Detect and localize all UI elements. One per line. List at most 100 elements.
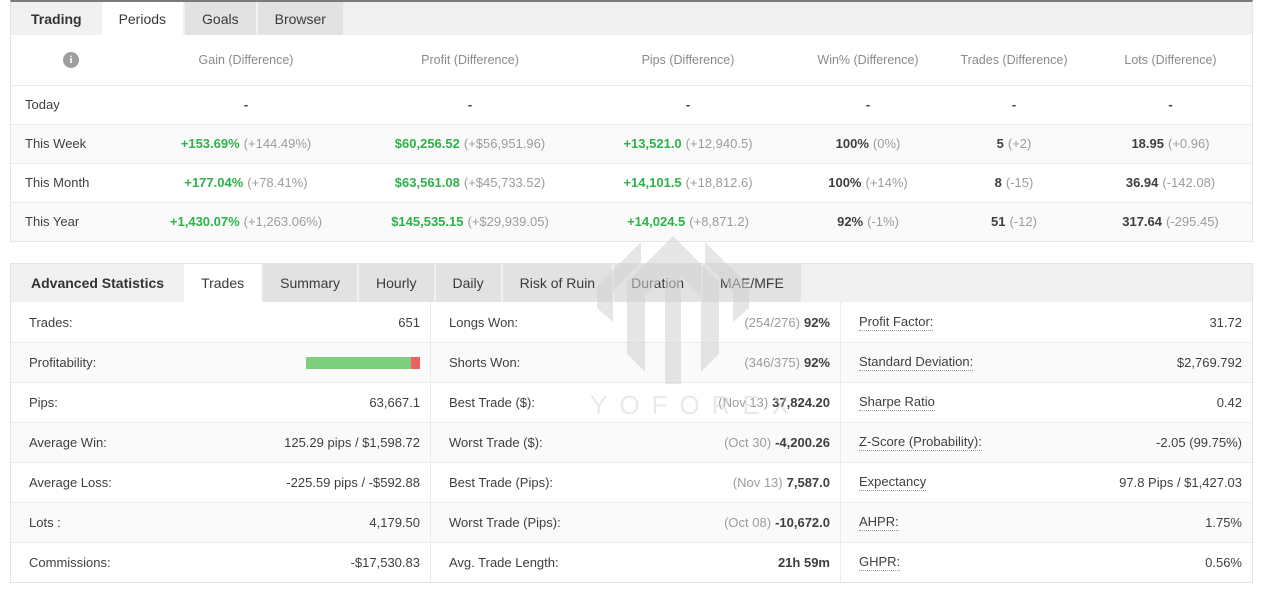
cell-win: 100%(+14%) — [797, 163, 939, 202]
stat-prefix: (Oct 30) — [724, 435, 771, 450]
stat-row-longs-won: Longs Won: (254/276)92% — [431, 302, 840, 342]
cell-pips: +14,101.5(+18,812.6) — [579, 163, 797, 202]
stat-row-expectancy: Expectancy 97.8 Pips / $1,427.03 — [841, 462, 1252, 502]
cell-trades: 8(-15) — [939, 163, 1089, 202]
cell-profit: $63,561.08(+$45,733.52) — [361, 163, 579, 202]
cell-gain: - — [131, 85, 361, 124]
tab-daily[interactable]: Daily — [436, 264, 501, 302]
stat-row-avg-trade-length: Avg. Trade Length: 21h 59m — [431, 542, 840, 582]
stat-prefix: (Oct 08) — [724, 515, 771, 530]
table-row-this-year: This Year +1,430.07%(+1,263.06%) $145,53… — [11, 202, 1252, 241]
panel-title-trading: Trading — [11, 2, 102, 35]
cell-gain: +153.69%(+144.49%) — [131, 124, 361, 163]
stat-label-tooltip[interactable]: Standard Deviation: — [859, 354, 973, 371]
cell-gain: +1,430.07%(+1,263.06%) — [131, 202, 361, 241]
stat-value: 125.29 pips / $1,598.72 — [284, 435, 420, 450]
stat-row-shorts-won: Shorts Won: (346/375)92% — [431, 342, 840, 382]
stat-value: 97.8 Pips / $1,427.03 — [1119, 475, 1242, 490]
tab-browser[interactable]: Browser — [258, 2, 343, 35]
table-row-today: Today - - - - - - — [11, 85, 1252, 124]
stat-value: 651 — [398, 315, 420, 330]
stat-value: 1.75% — [1205, 515, 1242, 530]
cell-trades: 51(-12) — [939, 202, 1089, 241]
stat-label: Average Loss: — [29, 475, 112, 490]
stat-value: 0.56% — [1205, 555, 1242, 570]
stats-col-left: Trades: 651 Profitability: Pips: 63,667.… — [11, 302, 431, 582]
stat-value: 92% — [804, 355, 830, 370]
stat-value: -$17,530.83 — [351, 555, 420, 570]
stat-value: 37,824.20 — [772, 395, 830, 410]
profitability-bar-green — [306, 357, 411, 369]
stat-label: Average Win: — [29, 435, 107, 450]
tab-goals[interactable]: Goals — [185, 2, 256, 35]
stat-label: Worst Trade (Pips): — [449, 515, 561, 530]
row-label: This Week — [11, 124, 131, 163]
stat-row-worst-trade-pips: Worst Trade (Pips): (Oct 08)-10,672.0 — [431, 502, 840, 542]
stat-label-tooltip[interactable]: Profit Factor: — [859, 314, 933, 331]
tab-summary[interactable]: Summary — [263, 264, 357, 302]
stat-value: 63,667.1 — [369, 395, 420, 410]
stat-row-z-score: Z-Score (Probability): -2.05 (99.75%) — [841, 422, 1252, 462]
stat-row-commissions: Commissions: -$17,530.83 — [11, 542, 430, 582]
profitability-bar-red — [411, 357, 420, 369]
stat-row-profit-factor: Profit Factor: 31.72 — [841, 302, 1252, 342]
stat-label: Longs Won: — [449, 315, 518, 330]
stat-row-profitability: Profitability: — [11, 342, 430, 382]
stats-tabstrip: Advanced Statistics Trades Summary Hourl… — [11, 264, 1252, 302]
row-label: Today — [11, 85, 131, 124]
cell-trades: - — [939, 85, 1089, 124]
col-header-trades: Trades (Difference) — [939, 35, 1089, 85]
col-header-lots: Lots (Difference) — [1089, 35, 1252, 85]
stat-row-sharpe-ratio: Sharpe Ratio 0.42 — [841, 382, 1252, 422]
cell-pips: - — [579, 85, 797, 124]
tab-periods[interactable]: Periods — [102, 2, 183, 35]
tab-mae-mfe[interactable]: MAE/MFE — [703, 264, 801, 302]
cell-win: - — [797, 85, 939, 124]
tab-duration[interactable]: Duration — [614, 264, 701, 302]
stat-label-tooltip[interactable]: Expectancy — [859, 474, 926, 491]
advanced-statistics-panel: Advanced Statistics Trades Summary Hourl… — [10, 263, 1253, 583]
stat-label: Lots : — [29, 515, 61, 530]
col-header-gain: Gain (Difference) — [131, 35, 361, 85]
tab-trades[interactable]: Trades — [184, 264, 261, 302]
stats-col-right: Profit Factor: 31.72 Standard Deviation:… — [841, 302, 1252, 582]
stat-value: 4,179.50 — [369, 515, 420, 530]
info-icon[interactable]: i — [63, 52, 79, 68]
stat-row-lots: Lots : 4,179.50 — [11, 502, 430, 542]
stat-label: Profitability: — [29, 355, 96, 370]
stat-value: 31.72 — [1209, 315, 1242, 330]
table-row-this-week: This Week +153.69%(+144.49%) $60,256.52(… — [11, 124, 1252, 163]
row-label: This Month — [11, 163, 131, 202]
info-header-cell: i — [11, 35, 131, 85]
cell-win: 92%(-1%) — [797, 202, 939, 241]
stat-label: Avg. Trade Length: — [449, 555, 559, 570]
tab-hourly[interactable]: Hourly — [359, 264, 433, 302]
col-header-pips: Pips (Difference) — [579, 35, 797, 85]
stat-value: 21h 59m — [778, 555, 830, 570]
cell-lots: 36.94(-142.08) — [1089, 163, 1252, 202]
stat-prefix: (Nov 13) — [718, 395, 768, 410]
periods-header-row: i Gain (Difference) Profit (Difference) … — [11, 35, 1252, 85]
tab-risk-of-ruin[interactable]: Risk of Ruin — [503, 264, 612, 302]
stat-row-ghpr: GHPR: 0.56% — [841, 542, 1252, 582]
stat-row-trades: Trades: 651 — [11, 302, 430, 342]
cell-gain: +177.04%(+78.41%) — [131, 163, 361, 202]
stat-label-tooltip[interactable]: GHPR: — [859, 554, 900, 571]
stat-label-tooltip[interactable]: AHPR: — [859, 514, 899, 531]
stat-label: Worst Trade ($): — [449, 435, 543, 450]
periods-panel: Trading Periods Goals Browser i Gain (Di… — [10, 0, 1253, 242]
stat-label-tooltip[interactable]: Z-Score (Probability): — [859, 434, 982, 451]
stat-row-average-loss: Average Loss: -225.59 pips / -$592.88 — [11, 462, 430, 502]
stat-row-standard-deviation: Standard Deviation: $2,769.792 — [841, 342, 1252, 382]
cell-lots: - — [1089, 85, 1252, 124]
stat-label-tooltip[interactable]: Sharpe Ratio — [859, 394, 935, 411]
stat-value: 92% — [804, 315, 830, 330]
cell-pips: +13,521.0(+12,940.5) — [579, 124, 797, 163]
trading-dashboard: Trading Periods Goals Browser i Gain (Di… — [0, 0, 1280, 600]
col-header-win: Win% (Difference) — [797, 35, 939, 85]
row-label: This Year — [11, 202, 131, 241]
cell-lots: 317.64(-295.45) — [1089, 202, 1252, 241]
cell-lots: 18.95(+0.96) — [1089, 124, 1252, 163]
stat-label: Commissions: — [29, 555, 111, 570]
periods-table: i Gain (Difference) Profit (Difference) … — [11, 35, 1252, 241]
